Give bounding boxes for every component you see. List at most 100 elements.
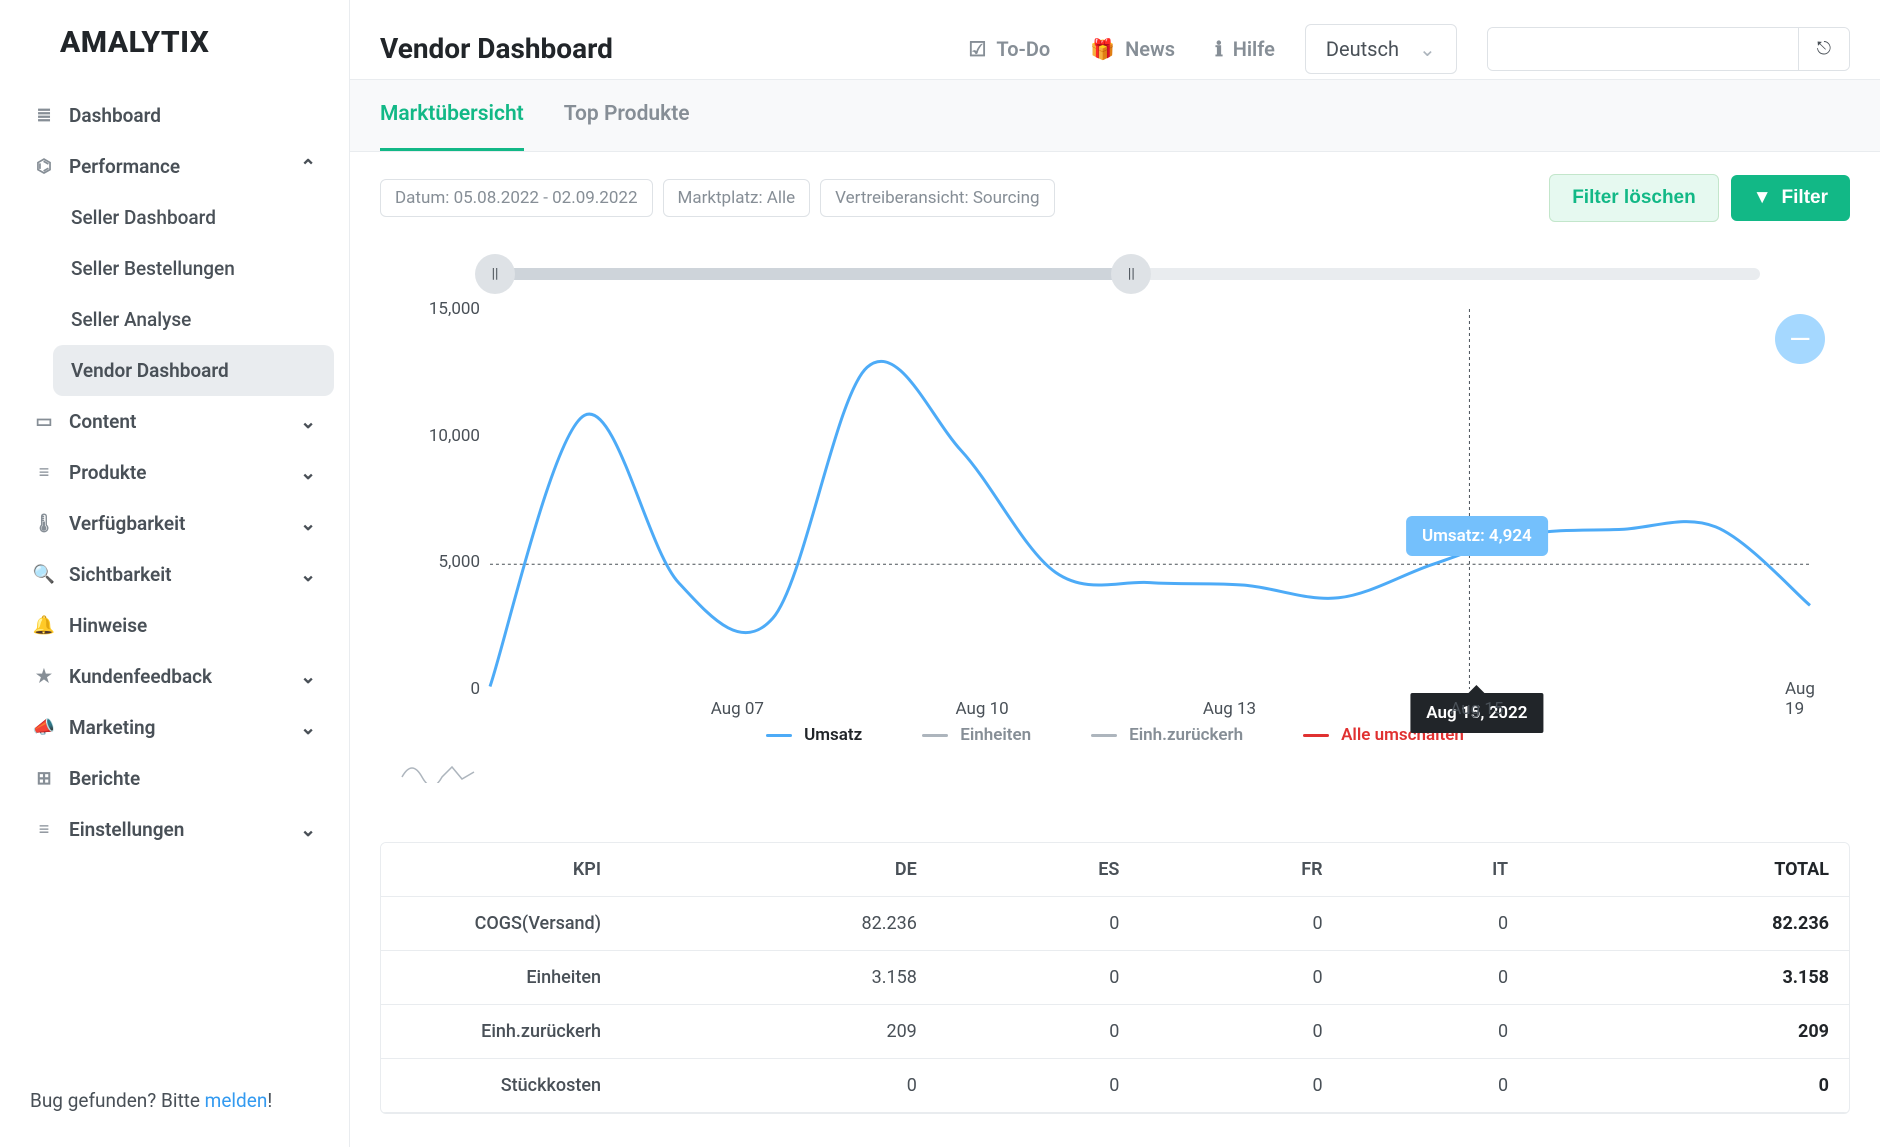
sidebar-item-sichtbarkeit[interactable]: 🔍 Sichtbarkeit ⌄: [15, 549, 334, 600]
nav-icon: ⊞: [33, 768, 55, 790]
legend-einh-zurückerh[interactable]: Einh.zurückerh: [1091, 725, 1243, 745]
legend-swatch: [1091, 734, 1117, 737]
x-tick: Aug 15: [1450, 699, 1503, 719]
x-tick: Aug 10: [955, 699, 1008, 719]
table-cell: 0: [937, 1059, 1140, 1113]
plot-area: [490, 309, 1810, 689]
table-cell: COGS(Versand): [381, 897, 621, 951]
table-cell: 82.236: [621, 897, 937, 951]
table-cell: 0: [1139, 1005, 1342, 1059]
sidebar-item-label: Produkte: [69, 461, 146, 484]
filter-chip-2[interactable]: Vertreiberansicht: Sourcing: [820, 179, 1054, 217]
page-title: Vendor Dashboard: [380, 32, 613, 65]
nav-icon: ★: [33, 666, 55, 688]
sidebar-item-kundenfeedback[interactable]: ★Kundenfeedback⌄: [15, 651, 334, 702]
chevron-down-icon: ⌄: [300, 410, 316, 433]
table-row: COGS(Versand)82.23600082.236: [381, 897, 1849, 951]
chevron-down-icon: ⌄: [300, 512, 316, 535]
table-cell: 0: [1139, 897, 1342, 951]
date-range-slider[interactable]: || ||: [490, 254, 1760, 294]
range-handle-right[interactable]: ||: [1111, 254, 1151, 294]
chevron-down-icon: ⌄: [300, 818, 316, 841]
filter-chip-1[interactable]: Marktplatz: Alle: [663, 179, 811, 217]
sidebar-subitem-seller-bestellungen[interactable]: Seller Bestellungen: [53, 243, 334, 294]
chevron-down-icon: ⌄: [300, 563, 316, 586]
table-cell: 0: [1528, 1059, 1849, 1113]
table-cell: 209: [621, 1005, 937, 1059]
nav-icon: 🌡: [33, 513, 55, 535]
sidebar-item-berichte[interactable]: ⊞ Berichte: [15, 753, 334, 804]
table-cell: 0: [1139, 951, 1342, 1005]
chevron-up-icon: ⌃: [300, 155, 316, 178]
table-cell: 209: [1528, 1005, 1849, 1059]
table-cell: 3.158: [1528, 951, 1849, 1005]
sidebar-item-content[interactable]: ▭Content⌄: [15, 396, 334, 447]
table-header: DE: [621, 843, 937, 897]
legend-einheiten[interactable]: Einheiten: [922, 725, 1031, 745]
table-cell: 3.158: [621, 951, 937, 1005]
nav-icon: ⌬: [33, 156, 55, 178]
tab-top-produkte[interactable]: Top Produkte: [564, 80, 690, 151]
table-cell: Stückkosten: [381, 1059, 621, 1113]
table-cell: 0: [1343, 951, 1529, 1005]
nav-icon: ≡: [33, 819, 55, 841]
sidebar-item-label: Verfügbarkeit: [69, 512, 185, 535]
sidebar-subitem-vendor-dashboard[interactable]: Vendor Dashboard: [53, 345, 334, 396]
tab-marktübersicht[interactable]: Marktübersicht: [380, 80, 524, 151]
sidebar-item-performance[interactable]: ⌬Performance⌃: [15, 141, 334, 192]
range-fill: [490, 268, 1131, 280]
table-cell: 0: [1343, 1005, 1529, 1059]
table-cell: 0: [1343, 1059, 1529, 1113]
table-cell: 0: [937, 951, 1140, 1005]
sidebar-item-produkte[interactable]: ≡Produkte⌄: [15, 447, 334, 498]
sidebar-item-label: Einstellungen: [69, 818, 184, 841]
kpi-table: KPIDEESFRITTOTALCOGS(Versand)82.23600082…: [380, 842, 1850, 1114]
sidebar-item-dashboard[interactable]: ≣Dashboard: [15, 90, 334, 141]
search-input[interactable]: [1488, 28, 1798, 70]
legend-swatch: [922, 734, 948, 737]
chart-collapse-button[interactable]: —: [1775, 314, 1825, 364]
legend-umsatz[interactable]: Umsatz: [766, 725, 862, 745]
y-tick: 10,000: [380, 426, 480, 446]
chevron-down-icon: ⌄: [300, 461, 316, 484]
sidebar-item-einstellungen[interactable]: ≡ Einstellungen ⌄: [15, 804, 334, 855]
language-select[interactable]: Deutsch ⌄: [1305, 24, 1457, 74]
logout-button[interactable]: ⎋: [1798, 28, 1849, 70]
bug-report-link[interactable]: melden: [205, 1089, 268, 1112]
table-header: IT: [1343, 843, 1529, 897]
tooltip-value: Umsatz: 4,924: [1406, 516, 1548, 556]
logo: AMALYTIX: [0, 20, 349, 80]
table-header: ES: [937, 843, 1140, 897]
sidebar-subitem-seller-analyse[interactable]: Seller Analyse: [53, 294, 334, 345]
sidebar-item-verfügbarkeit[interactable]: 🌡 Verfügbarkeit ⌄: [15, 498, 334, 549]
hilfe-icon: ℹ: [1215, 37, 1223, 61]
sidebar-item-marketing[interactable]: 📣Marketing⌄: [15, 702, 334, 753]
header-link-to-do[interactable]: ☑To-Do: [968, 37, 1050, 61]
nav-icon: 📣: [33, 717, 55, 739]
sidebar-item-label: Berichte: [69, 767, 140, 790]
apply-filter-button[interactable]: ▼ Filter: [1731, 175, 1850, 221]
chevron-down-icon: ⌄: [1419, 37, 1436, 61]
sidebar-subitem-seller-dashboard[interactable]: Seller Dashboard: [53, 192, 334, 243]
news-icon: 🎁: [1090, 37, 1115, 61]
nav-icon: 🔍: [33, 564, 55, 586]
table-header: FR: [1139, 843, 1342, 897]
clear-filters-button[interactable]: Filter löschen: [1549, 174, 1719, 222]
header-link-hilfe[interactable]: ℹHilfe: [1215, 37, 1275, 61]
filter-chip-0[interactable]: Datum: 05.08.2022 - 02.09.2022: [380, 179, 653, 217]
nav-icon: ≣: [33, 105, 55, 127]
language-value: Deutsch: [1326, 37, 1399, 61]
sidebar-item-label: Marketing: [69, 716, 155, 739]
sidebar-item-hinweise[interactable]: 🔔Hinweise: [15, 600, 334, 651]
range-handle-left[interactable]: ||: [475, 254, 515, 294]
table-cell: 0: [937, 1005, 1140, 1059]
chart-svg: [490, 309, 1810, 689]
header-link-news[interactable]: 🎁News: [1090, 37, 1175, 61]
legend-swatch: [766, 734, 792, 737]
table-row: Einh.zurückerh209000209: [381, 1005, 1849, 1059]
table-cell: Einh.zurückerh: [381, 1005, 621, 1059]
y-tick: 15,000: [380, 299, 480, 319]
to-do-icon: ☑: [968, 37, 986, 61]
sidebar-item-label: Sichtbarkeit: [69, 563, 172, 586]
x-tick: Aug 19: [1785, 679, 1828, 719]
